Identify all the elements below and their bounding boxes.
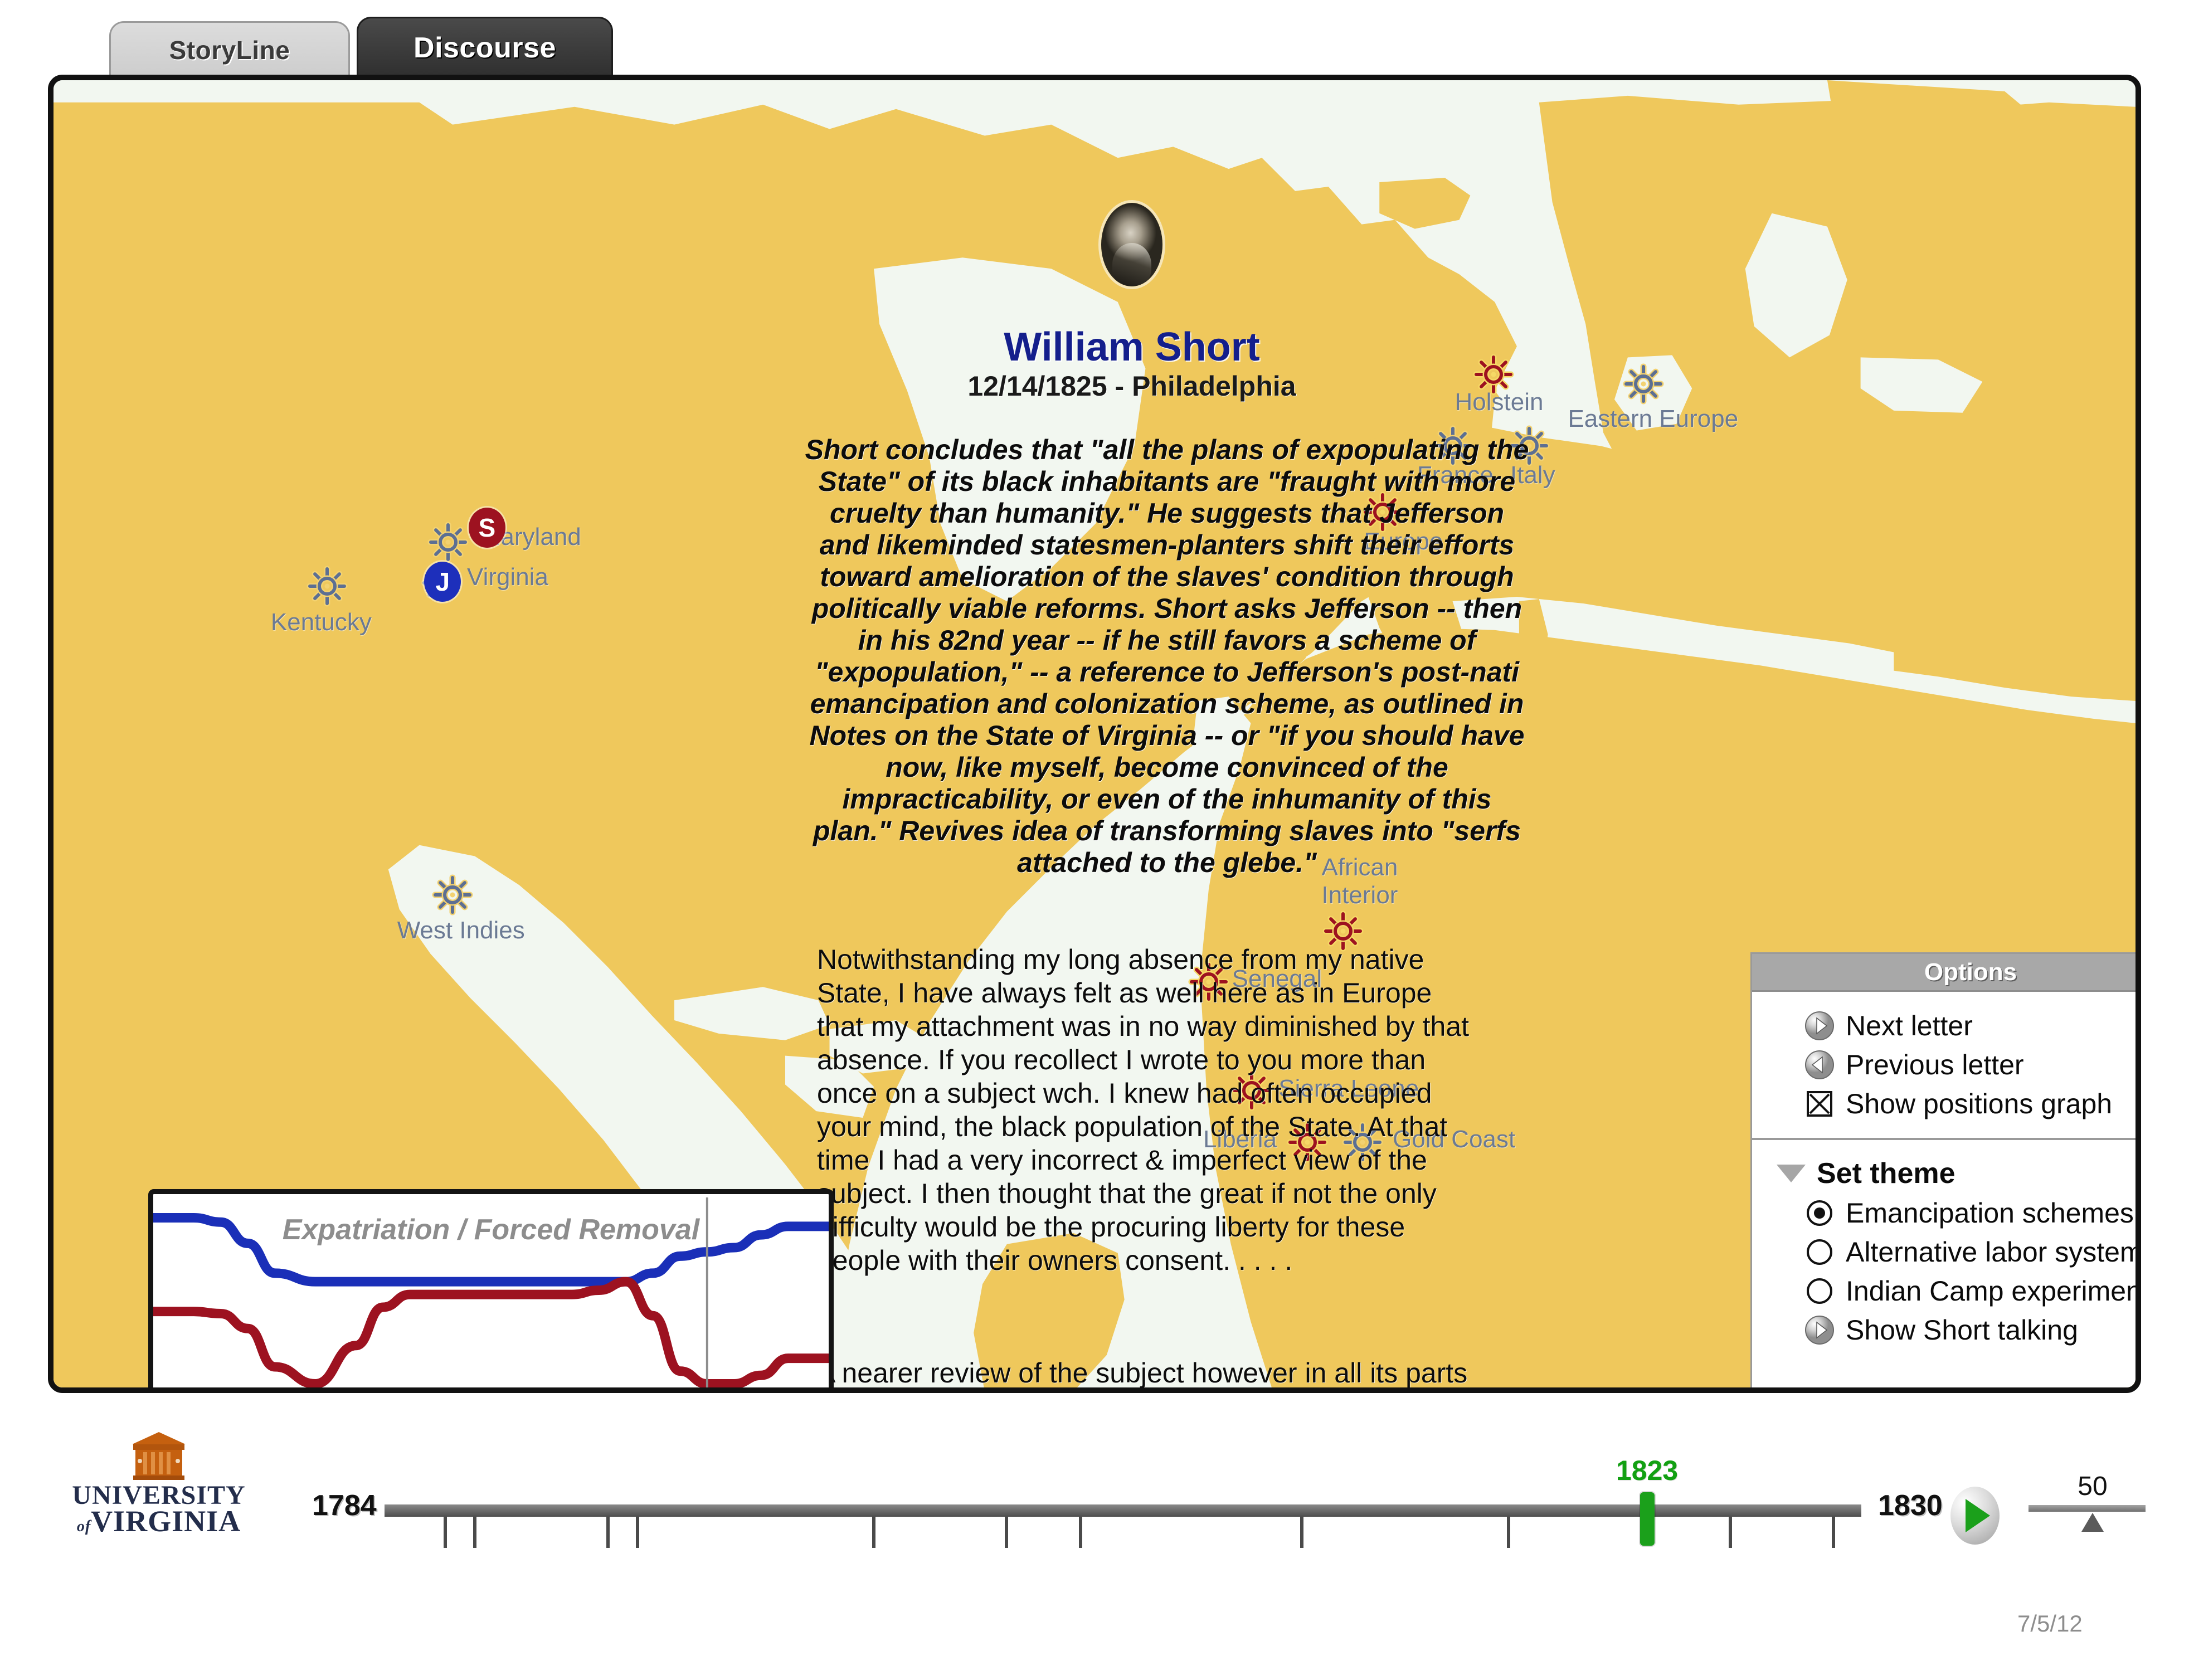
map-pin-short[interactable]: S	[468, 508, 505, 548]
sun-icon-kentucky[interactable]	[307, 566, 348, 607]
radio-icon	[1804, 1276, 1835, 1306]
letter-body-paragraph-1: Notwithstanding my long absence from my …	[817, 944, 1470, 1276]
letter-summary: Short concludes that "all the plans of e…	[805, 434, 1529, 878]
date-stamp: 7/5/12	[2017, 1610, 2083, 1637]
theme-indian-camp-experiment[interactable]: Indian Camp experiment	[1752, 1272, 2141, 1311]
timeline-tick	[1005, 1517, 1008, 1548]
map-label-virginia: Virginia	[467, 563, 548, 591]
timeline-end-year: 1830	[1878, 1489, 1943, 1522]
tab-discourse-label: Discourse	[414, 31, 556, 64]
set-theme-section-header[interactable]: Set theme	[1752, 1157, 2136, 1190]
sun-icon-maryland[interactable]	[427, 522, 469, 563]
timeline-tick	[1300, 1517, 1303, 1548]
map-label-west-indies: West Indies	[397, 917, 525, 944]
map-pin-jefferson[interactable]: J	[424, 562, 461, 602]
option-show-short-talking-label: Show Short talking	[1846, 1314, 2078, 1346]
option-next-letter-label: Next letter	[1846, 1010, 1973, 1041]
set-theme-label: Set theme	[1817, 1157, 1955, 1190]
options-panel-title: Options	[1752, 954, 2136, 992]
speed-slider-track[interactable]	[2029, 1505, 2146, 1512]
sun-icon-eastern-europe[interactable]	[1623, 363, 1664, 405]
timeline-cursor[interactable]	[1640, 1492, 1655, 1546]
tab-storyline-label: StoryLine	[169, 35, 290, 65]
timeline-tick	[444, 1517, 447, 1548]
letter-body-paragraph-2: A nearer review of the subject however i…	[817, 1357, 1468, 1389]
options-theme-group: Set theme Emancipation schemes Alternati…	[1752, 1140, 2141, 1355]
timeline-tick	[872, 1517, 875, 1548]
positions-graph[interactable]: Expatriation / Forced Removal Jefferson|…	[148, 1189, 834, 1387]
sun-icon-west-indies[interactable]	[432, 874, 473, 916]
tab-bar: StoryLine Discourse	[0, 0, 2189, 78]
options-panel: Options Next letter Previous letter Show…	[1750, 952, 2141, 1387]
option-previous-letter[interactable]: Previous letter	[1752, 1045, 2136, 1084]
play-right-icon	[1804, 1011, 1835, 1041]
speed-value: 50	[2078, 1472, 2108, 1501]
theme-indian-camp-experiment-label: Indian Camp experiment	[1846, 1275, 2141, 1307]
theme-alternative-labor-systems-label: Alternative labor systems	[1846, 1236, 2141, 1268]
tab-storyline[interactable]: StoryLine	[109, 21, 350, 77]
map-label-kentucky: Kentucky	[270, 608, 372, 636]
option-show-positions-graph-label: Show positions graph	[1846, 1088, 2113, 1119]
timeline-tick	[1832, 1517, 1835, 1548]
option-next-letter[interactable]: Next letter	[1752, 1006, 2136, 1045]
radio-icon	[1804, 1237, 1835, 1267]
theme-alternative-labor-systems[interactable]: Alternative labor systems	[1752, 1233, 2141, 1272]
map-label-eastern-europe: Eastern Europe	[1568, 405, 1739, 433]
tab-discourse[interactable]: Discourse	[357, 17, 613, 77]
positions-graph-title: Expatriation / Forced Removal	[282, 1214, 700, 1246]
radio-selected-icon	[1804, 1198, 1835, 1228]
option-show-positions-graph[interactable]: Show positions graph	[1752, 1084, 2136, 1123]
chevron-down-icon	[1777, 1165, 1806, 1182]
theme-emancipation-schemes[interactable]: Emancipation schemes	[1752, 1194, 2136, 1233]
play-left-icon	[1804, 1050, 1835, 1080]
play-button[interactable]	[1950, 1487, 2000, 1545]
correspondent-name: William Short	[1004, 325, 1260, 369]
discourse-panel: Kentucky Maryland Virginia West Indies H…	[48, 75, 2141, 1393]
timeline-tick	[1728, 1517, 1732, 1548]
timeline-tick	[635, 1517, 639, 1548]
timeline-tick	[1507, 1517, 1510, 1548]
option-show-short-talking[interactable]: Show Short talking	[1752, 1311, 2136, 1350]
timeline-start-year: 1784	[312, 1489, 377, 1522]
theme-emancipation-schemes-label: Emancipation schemes	[1846, 1197, 2134, 1229]
timeline-current-year: 1823	[1616, 1455, 1679, 1486]
option-previous-letter-label: Previous letter	[1846, 1049, 2024, 1080]
speed-slider[interactable]: 50	[2029, 1471, 2157, 1532]
play-right-icon	[1804, 1315, 1835, 1345]
checkbox-checked-icon	[1804, 1089, 1835, 1119]
letter-date-place: 12/14/1825 - Philadelphia	[967, 371, 1296, 402]
play-icon	[1966, 1499, 1990, 1532]
timeline-tick	[606, 1517, 610, 1548]
timeline-tick	[473, 1517, 476, 1548]
speed-slider-thumb[interactable]	[2081, 1513, 2104, 1532]
options-actions-group: Next letter Previous letter Show positio…	[1752, 992, 2136, 1140]
correspondent-portrait	[1101, 203, 1162, 286]
timeline-tick	[1078, 1517, 1082, 1548]
map-label-holstein: Holstein	[1455, 388, 1544, 416]
